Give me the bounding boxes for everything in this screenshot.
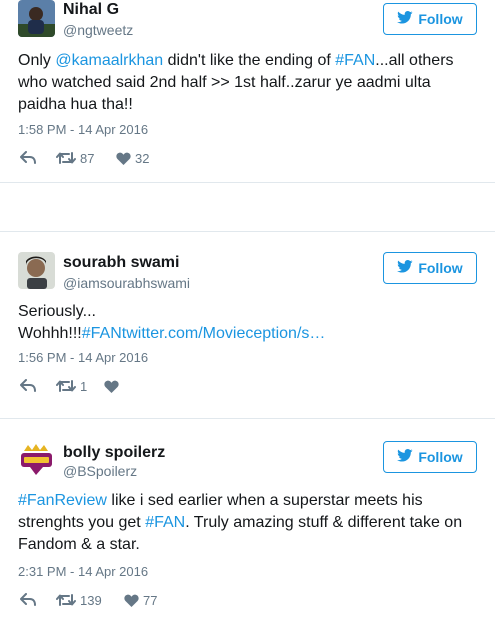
user-handle[interactable]: @BSpoilerz — [63, 463, 137, 479]
reply-button[interactable] — [20, 151, 56, 165]
like-count: 32 — [135, 150, 150, 166]
heart-icon — [116, 152, 131, 165]
tweet-link[interactable]: twitter.com/Movieception/s… — [122, 325, 326, 342]
reply-icon — [20, 151, 36, 165]
tweet-timestamp[interactable]: 1:56 PM - 14 Apr 2016 — [18, 350, 148, 365]
tweet-actions: 1 — [20, 376, 123, 396]
retweet-button[interactable]: 139 — [56, 593, 124, 608]
tweet-card: bolly spoilerz @BSpoilerz Follow #FanRev… — [0, 419, 495, 619]
heart-icon — [124, 594, 139, 607]
tweet-card: sourabh swami @iamsourabhswami Follow Se… — [0, 231, 495, 419]
retweet-count: 1 — [80, 378, 88, 394]
reply-button[interactable] — [20, 593, 56, 607]
twitter-bird-icon — [397, 260, 413, 276]
user-name[interactable]: bolly spoilerz — [63, 444, 165, 462]
tweet-link[interactable]: #FAN — [335, 52, 375, 69]
retweet-button[interactable]: 87 — [56, 151, 116, 166]
retweet-count: 87 — [80, 150, 95, 166]
tweet-text: Only @kamaalrkhan didn't like the ending… — [18, 50, 480, 116]
tweet-timestamp[interactable]: 2:31 PM - 14 Apr 2016 — [18, 564, 148, 579]
tweet-actions: 87 32 — [20, 148, 149, 168]
like-button[interactable]: 77 — [124, 593, 157, 608]
user-handle[interactable]: @iamsourabhswami — [63, 275, 190, 291]
follow-label: Follow — [418, 260, 463, 276]
tweet-link[interactable]: @kamaalrkhan — [55, 52, 163, 69]
user-name[interactable]: sourabh swami — [63, 254, 179, 272]
reply-icon — [20, 379, 36, 393]
tweet-text-segment: Wohhh!!! — [18, 325, 82, 342]
tweet-timestamp[interactable]: 1:58 PM - 14 Apr 2016 — [18, 122, 148, 137]
user-name[interactable]: Nihal G — [63, 1, 119, 19]
avatar[interactable] — [18, 0, 55, 37]
follow-label: Follow — [418, 11, 463, 27]
twitter-bird-icon — [397, 449, 413, 465]
retweet-count: 139 — [80, 592, 102, 608]
follow-button[interactable]: Follow — [383, 441, 477, 473]
retweet-icon — [56, 379, 76, 393]
tweet-actions: 139 77 — [20, 590, 157, 610]
tweet-text-segment: didn't like the ending of — [163, 52, 336, 69]
twitter-bird-icon — [397, 11, 413, 27]
tweet-text: Seriously... Wohhh!!!#FANtwitter.com/Movi… — [18, 301, 480, 345]
tweet-link[interactable]: #FanReview — [18, 492, 107, 509]
avatar[interactable] — [18, 252, 55, 289]
retweet-button[interactable]: 1 — [56, 379, 104, 394]
like-count: 77 — [143, 592, 158, 608]
reply-button[interactable] — [20, 379, 56, 393]
tweet-text-segment: Only — [18, 52, 56, 69]
tweet-card: Nihal G @ngtweetz Follow Only @kamaalrkh… — [0, 0, 495, 183]
like-button[interactable] — [104, 380, 123, 393]
tweet-text-segment: Seriously... — [18, 303, 96, 320]
avatar[interactable] — [18, 441, 55, 478]
follow-button[interactable]: Follow — [383, 3, 477, 35]
retweet-icon — [56, 151, 76, 165]
tweet-text: #FanReview like i sed earlier when a sup… — [18, 490, 480, 556]
reply-icon — [20, 593, 36, 607]
retweet-icon — [56, 593, 76, 607]
follow-button[interactable]: Follow — [383, 252, 477, 284]
user-handle[interactable]: @ngtweetz — [63, 22, 133, 38]
tweet-link[interactable]: #FAN — [82, 325, 122, 342]
follow-label: Follow — [418, 449, 463, 465]
tweet-link[interactable]: #FAN — [145, 514, 185, 531]
heart-icon — [104, 380, 119, 393]
like-button[interactable]: 32 — [116, 151, 149, 166]
